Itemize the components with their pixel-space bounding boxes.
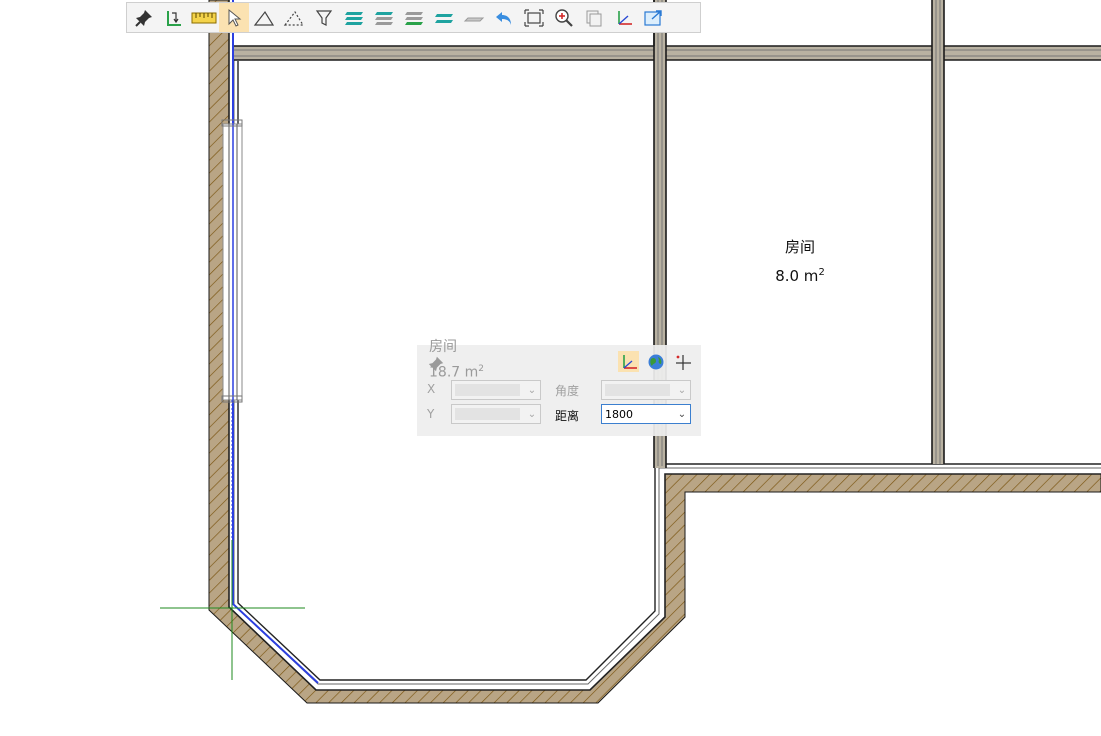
drawing-toolbar xyxy=(126,2,701,33)
y-input[interactable]: ⌄ xyxy=(451,404,541,424)
x-input[interactable]: ⌄ xyxy=(451,380,541,400)
coordinate-axes-icon xyxy=(622,354,637,369)
measure-tool-button[interactable] xyxy=(189,3,219,32)
chevron-down-icon: ⌄ xyxy=(677,384,687,396)
triangle-tool-button[interactable] xyxy=(249,3,279,32)
globe-button[interactable] xyxy=(645,351,666,372)
chevron-down-icon: ⌄ xyxy=(527,408,537,420)
angle-input-value xyxy=(605,384,670,396)
y-input-value xyxy=(455,408,520,420)
copy-button[interactable] xyxy=(579,3,609,32)
faded-pin-icon xyxy=(428,356,444,372)
angle-label: 角度 xyxy=(555,384,580,398)
layers-green-button[interactable] xyxy=(399,3,429,32)
coordinate-axes-button[interactable] xyxy=(618,351,639,372)
select-tool-button[interactable] xyxy=(219,3,249,32)
crosshair-icon xyxy=(675,354,691,370)
panel-icon-group xyxy=(618,351,693,372)
coordinate-input-panel: 房间 18.7 m2 X ⌄ Y ⌄ 角度 ⌄ 距离 1800 ⌄ xyxy=(417,339,701,436)
ruler-icon xyxy=(191,12,217,23)
export-button[interactable] xyxy=(639,3,669,32)
y-label: Y xyxy=(427,407,435,421)
angle-input[interactable]: ⌄ xyxy=(601,380,691,400)
layers-gray-button[interactable] xyxy=(369,3,399,32)
distance-input[interactable]: 1800 ⌄ xyxy=(601,404,691,424)
zoom-extents-button[interactable] xyxy=(519,3,549,32)
magnifier-icon xyxy=(555,8,573,27)
snap-tool-button[interactable] xyxy=(159,3,189,32)
layers-teal-icon xyxy=(345,11,363,25)
layers-two-button[interactable] xyxy=(429,3,459,32)
distance-input-value[interactable]: 1800 xyxy=(605,408,674,421)
snap-corner-icon xyxy=(167,10,181,26)
distance-label: 距离 xyxy=(555,409,580,423)
room-area: 8.0 m2 xyxy=(775,267,825,285)
room-name: 房间 xyxy=(784,238,815,256)
interior-wall-top[interactable] xyxy=(234,45,1101,61)
dashed-triangle-icon xyxy=(283,10,305,26)
export-window-icon xyxy=(644,9,662,26)
zoom-in-button[interactable] xyxy=(549,3,579,32)
plane-icon xyxy=(463,17,485,21)
room-label: 房间 8.0 m2 xyxy=(752,234,848,289)
x-input-value xyxy=(455,384,520,396)
pin-tool-button[interactable] xyxy=(129,3,159,32)
funnel-icon xyxy=(315,9,333,26)
chevron-down-icon: ⌄ xyxy=(527,384,537,396)
axes-button[interactable] xyxy=(609,3,639,32)
layers-two-icon xyxy=(435,13,453,23)
crosshair-button[interactable] xyxy=(672,351,693,372)
triangle-icon xyxy=(253,10,275,26)
layers-green-icon xyxy=(405,11,423,25)
copy-pages-icon xyxy=(586,10,602,26)
layers-gray-icon xyxy=(375,11,393,25)
dashed-triangle-tool-button[interactable] xyxy=(279,3,309,32)
window-element[interactable] xyxy=(221,119,243,403)
undo-button[interactable] xyxy=(489,3,519,32)
pushpin-icon xyxy=(135,9,152,27)
selected-wall-highlight[interactable] xyxy=(232,57,319,684)
globe-icon xyxy=(648,354,663,369)
layers-all-button[interactable] xyxy=(339,3,369,32)
plane-button[interactable] xyxy=(459,3,489,32)
undo-arrow-icon xyxy=(496,11,511,25)
filter-tool-button[interactable] xyxy=(309,3,339,32)
interior-wall-right[interactable] xyxy=(931,0,945,464)
cursor-arrow-icon xyxy=(228,8,242,27)
chevron-down-icon[interactable]: ⌄ xyxy=(674,409,690,420)
zoom-extents-icon xyxy=(524,8,544,27)
x-label: X xyxy=(427,382,436,396)
xyz-axes-icon xyxy=(618,10,632,25)
